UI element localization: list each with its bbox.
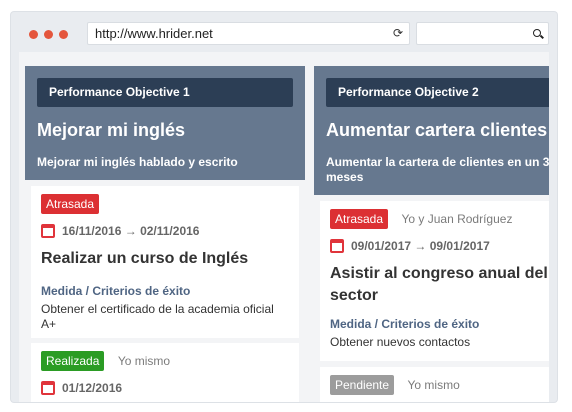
objective-header: Performance Objective 1 Mejorar mi inglé…	[25, 66, 305, 180]
criteria-text: Obtener nuevos contactos	[330, 335, 471, 349]
browser-search-input[interactable]	[416, 22, 549, 45]
objective-tag: Performance Objective 2	[326, 78, 549, 107]
task-owner: Yo y Juan Rodríguez	[401, 212, 513, 226]
task-title[interactable]: Asistir al congreso anual del sector	[330, 263, 549, 307]
calendar-icon	[41, 224, 55, 238]
refresh-icon[interactable]: ⟳	[393, 23, 403, 44]
status-badge: Pendiente	[330, 375, 395, 395]
calendar-icon	[330, 239, 344, 253]
task-dates: 01/12/2016	[41, 379, 289, 397]
task-date-range: 01/12/2016	[62, 381, 123, 395]
objective-title[interactable]: Mejorar mi inglés	[37, 120, 293, 141]
task-card[interactable]: Pendiente Yo mismo	[320, 367, 549, 402]
task-card[interactable]: Atrasada Yo y Juan Rodríguez 09/01/2017 …	[320, 201, 549, 361]
browser-window: http://www.hrider.net ⟳ Performance Obje…	[11, 12, 557, 402]
task-owner: Yo mismo	[407, 378, 460, 392]
search-icon[interactable]	[533, 29, 541, 37]
criteria-label: Medida / Criterios de éxito	[330, 317, 480, 331]
status-badge: Atrasada	[330, 209, 389, 229]
task-card[interactable]: Atrasada 16/11/2016 → 02/11/2016 Realiza…	[31, 186, 299, 338]
criteria-label: Medida / Criterios de éxito	[41, 284, 191, 298]
status-badge: Realizada	[41, 351, 105, 371]
status-badge: Atrasada	[41, 194, 100, 214]
task-date-range: 16/11/2016 → 02/11/2016	[62, 224, 200, 238]
address-url: http://www.hrider.net	[95, 26, 213, 41]
criteria-text: Obtener el certificado de la academia of…	[41, 302, 274, 331]
objective-header: Performance Objective 2 Aumentar cartera…	[314, 66, 549, 195]
window-maximize-dot[interactable]	[59, 30, 68, 39]
address-bar[interactable]: http://www.hrider.net ⟳	[87, 22, 410, 45]
task-title[interactable]: Realizar un curso de Inglés	[41, 248, 289, 270]
objective-title[interactable]: Aumentar cartera clientes	[326, 120, 549, 141]
page-viewport: Performance Objective 1 Mejorar mi inglé…	[19, 52, 549, 402]
browser-toolbar: http://www.hrider.net ⟳	[11, 12, 557, 52]
task-dates: 09/01/2017 → 09/01/2017	[330, 237, 549, 255]
calendar-icon	[41, 381, 55, 395]
task-dates: 16/11/2016 → 02/11/2016	[41, 222, 289, 240]
task-card[interactable]: Realizada Yo mismo 01/12/2016	[31, 343, 299, 402]
objective-description: Mejorar mi inglés hablado y escrito	[37, 155, 238, 169]
objective-tag: Performance Objective 1	[37, 78, 293, 107]
window-minimize-dot[interactable]	[44, 30, 53, 39]
window-close-dot[interactable]	[29, 30, 38, 39]
task-owner: Yo mismo	[117, 354, 171, 368]
objective-description: Aumentar la cartera de clientes en un 3 …	[326, 155, 549, 184]
objective-column-2: Performance Objective 2 Aumentar cartera…	[314, 66, 549, 402]
objective-column-1: Performance Objective 1 Mejorar mi inglé…	[25, 66, 305, 402]
task-date-range: 09/01/2017 → 09/01/2017	[351, 239, 490, 253]
